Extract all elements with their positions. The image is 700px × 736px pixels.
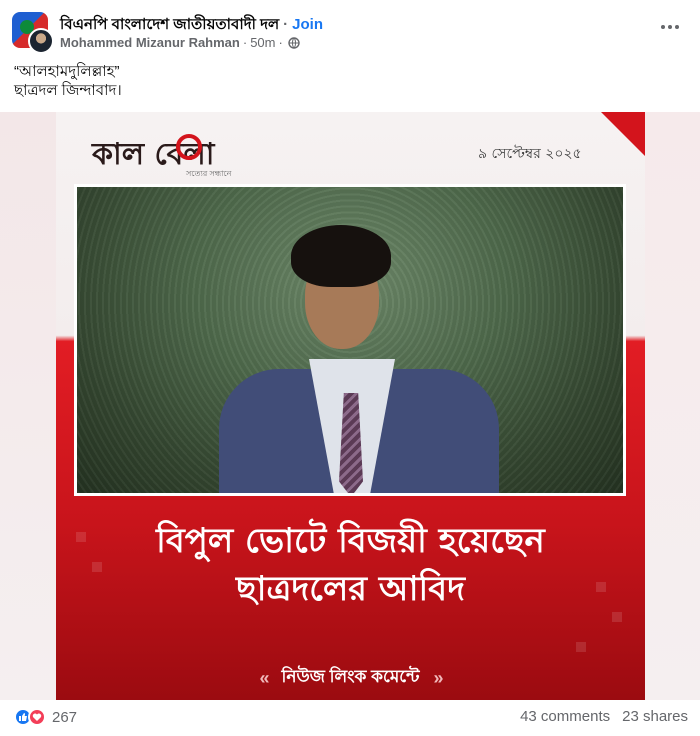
headline-line: ছাত্রদলের আবিদ (235, 569, 465, 609)
corner-accent (601, 112, 645, 156)
post-text-line: ছাত্রদল জিন্দাবাদ। (14, 82, 122, 99)
separator-dot: · (242, 35, 248, 50)
post-meta: Mohammed Mizanur Rahman · 50m · (60, 35, 300, 50)
post-stats: 43 comments 23 shares (520, 708, 688, 725)
image-side-panel (0, 112, 56, 700)
news-headline: বিপুল ভোটে বিজয়ী হয়েছেন ছাত্রদলের আবিদ (56, 517, 645, 613)
news-link-text: নিউজ লিংক কমেন্টে (281, 667, 420, 686)
post-text: “আলহামদুলিল্লাহ” ছাত্রদল জিন্দাবাদ। (14, 62, 122, 100)
logo-tagline: সত্যের সন্ধানে (186, 169, 232, 178)
love-icon (28, 708, 46, 726)
shares-count-link[interactable]: 23 shares (622, 708, 688, 725)
post-timestamp[interactable]: 50m (250, 35, 275, 50)
news-link-bar: ‹‹ নিউজ লিংক কমেন্টে ›› (56, 660, 645, 696)
news-date: ৯ সেপ্টেম্বর ২০২৫ (478, 146, 582, 162)
reactions-summary[interactable]: 267 (14, 708, 77, 726)
kalbela-logo: কাল বেলা সত্যের সন্ধানে (92, 128, 262, 178)
separator-dot: · (278, 35, 283, 50)
author-avatar[interactable] (28, 28, 54, 54)
post-header: বিএনপি বাংলাদেশ জাতীয়তাবাদী দল · Join Moh… (0, 0, 700, 58)
separator-dot: · (283, 16, 289, 33)
avatar-group[interactable] (12, 12, 54, 54)
post-text-line: “আলহামদুলিল্লাহ” (14, 63, 120, 80)
photo-frame (74, 184, 626, 496)
image-side-panel (645, 112, 700, 700)
more-options-icon[interactable] (658, 20, 682, 34)
chevron-right-icon: ›› (433, 667, 444, 688)
join-button[interactable]: Join (292, 16, 323, 33)
headline-line: বিপুল ভোটে বিজয়ী হয়েছেন (156, 521, 545, 561)
chevron-left-icon: ‹‹ (259, 667, 269, 688)
clock-icon (176, 134, 202, 160)
portrait-photo (77, 187, 623, 493)
feed-post: বিএনপি বাংলাদেশ জাতীয়তাবাদী দল · Join Moh… (0, 0, 700, 736)
group-name-link[interactable]: বিএনপি বাংলাদেশ জাতীয়তাবাদী দল (60, 16, 279, 33)
reaction-count[interactable]: 267 (52, 709, 77, 726)
globe-icon[interactable] (288, 36, 300, 49)
author-name-link[interactable]: Mohammed Mizanur Rahman (60, 35, 240, 50)
post-image[interactable]: কাল বেলা সত্যের সন্ধানে ৯ সেপ্টেম্বর ২০২… (0, 112, 700, 700)
news-card: কাল বেলা সত্যের সন্ধানে ৯ সেপ্টেম্বর ২০২… (56, 112, 645, 700)
comments-count-link[interactable]: 43 comments (520, 708, 610, 725)
post-footer: 267 43 comments 23 shares (0, 700, 700, 736)
